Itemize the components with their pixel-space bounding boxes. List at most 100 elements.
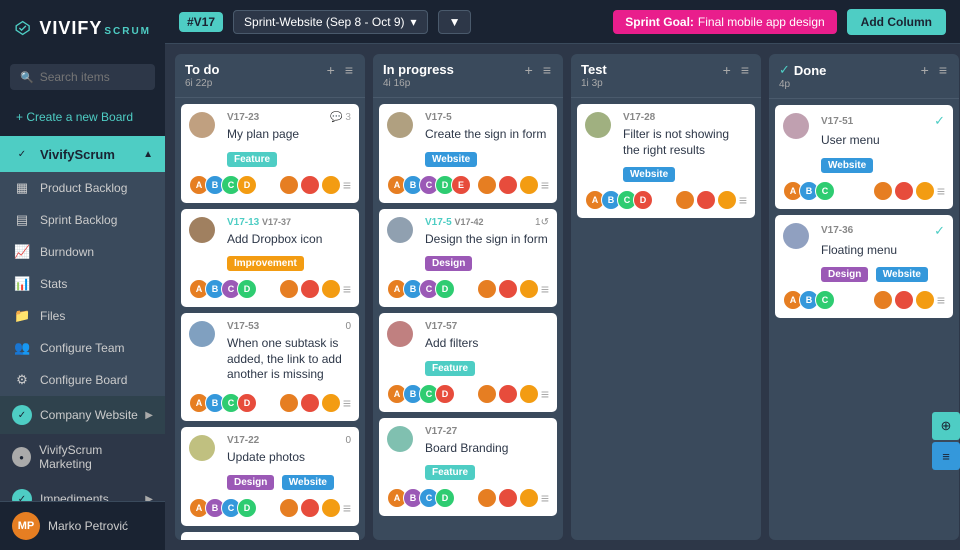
sidebar-item-sprint-backlog[interactable]: ▤ Sprint Backlog <box>0 204 165 236</box>
card-action-2[interactable] <box>499 385 517 403</box>
card-v17-37[interactable]: V17-13 V17-37 Add Dropbox icon Improveme… <box>181 209 359 308</box>
sidebar-item-company-website[interactable]: ✓ Company Website ▶ <box>0 396 165 434</box>
card-action-2[interactable] <box>697 191 715 209</box>
card-v17-23[interactable]: V17-23 💬 3 My plan page Feature A B <box>181 104 359 203</box>
card-menu-icon[interactable]: ≡ <box>541 490 549 506</box>
card-action-2[interactable] <box>499 489 517 507</box>
card-menu-icon[interactable]: ≡ <box>343 395 351 411</box>
card-id: V17-5 <box>425 112 452 123</box>
search-input[interactable] <box>40 70 145 84</box>
card-action-1[interactable] <box>874 291 892 309</box>
column-inprogress-add-button[interactable]: + <box>523 62 535 78</box>
float-btn-2[interactable]: ≡ <box>932 442 960 470</box>
card-num: 0 <box>345 435 351 446</box>
card-action-2[interactable] <box>301 394 319 412</box>
card-action-3[interactable] <box>520 489 538 507</box>
card-v17-36[interactable]: V17-36 ✓ Floating menu Design Website A <box>775 215 953 319</box>
card-menu-icon[interactable]: ≡ <box>541 177 549 193</box>
sprint-selector[interactable]: Sprint-Website (Sep 8 - Oct 9) ▾ <box>233 10 428 34</box>
card-menu-icon[interactable]: ≡ <box>541 386 549 402</box>
card-menu-icon[interactable]: ≡ <box>937 292 945 308</box>
sidebar-item-product-backlog[interactable]: ▦ Product Backlog <box>0 172 165 204</box>
card-action-1[interactable] <box>280 394 298 412</box>
card-action-3[interactable] <box>322 176 340 194</box>
card-v17-28[interactable]: V17-28 Filter is not showing the right r… <box>577 104 755 218</box>
card-action-2[interactable] <box>301 499 319 517</box>
card-action-2[interactable] <box>895 182 913 200</box>
card-v17-53[interactable]: V17-53 0 When one subtask is added, the … <box>181 313 359 421</box>
card-menu-icon[interactable]: ≡ <box>343 177 351 193</box>
card-avatars: A B C D <box>189 279 253 299</box>
card-action-2[interactable] <box>301 176 319 194</box>
card-menu-icon[interactable]: ≡ <box>343 500 351 516</box>
sidebar-item-impediments[interactable]: ✓ Impediments ▶ <box>0 480 165 501</box>
card-action-3[interactable] <box>520 280 538 298</box>
column-test-add-button[interactable]: + <box>721 62 733 78</box>
board-icon-impediments: ✓ <box>12 489 32 501</box>
chevron-down-icon: ▾ <box>411 15 417 29</box>
card-action-3[interactable] <box>520 385 538 403</box>
sidebar-item-stats[interactable]: 📊 Stats <box>0 268 165 300</box>
card-action-1[interactable] <box>478 489 496 507</box>
card-action-3[interactable] <box>322 499 340 517</box>
card-action-1[interactable] <box>676 191 694 209</box>
card-action-2[interactable] <box>895 291 913 309</box>
done-card-check: ✓ <box>934 113 945 129</box>
card-action-1[interactable] <box>280 176 298 194</box>
card-action-3[interactable] <box>322 280 340 298</box>
column-done-menu-button[interactable]: ≡ <box>937 62 949 78</box>
card-v17-42[interactable]: V17-5 V17-42 1↺ Design the sign in form … <box>379 209 557 308</box>
sidebar-item-label: Configure Team <box>40 341 125 355</box>
sidebar-item-burndown[interactable]: 📈 Burndown <box>0 236 165 268</box>
sidebar-item-configure-team[interactable]: 👥 Configure Team <box>0 332 165 364</box>
card-v17-27[interactable]: V17-27 Board Branding Feature A B C <box>379 418 557 517</box>
filter-button[interactable]: ▼ <box>438 10 472 34</box>
column-todo-menu-button[interactable]: ≡ <box>343 62 355 78</box>
card-avatar <box>189 112 215 138</box>
add-column-button[interactable]: Add Column <box>847 9 946 35</box>
create-board-button[interactable]: + Create a new Board <box>10 106 155 128</box>
card-action-3[interactable] <box>718 191 736 209</box>
card-menu-icon[interactable]: ≡ <box>343 281 351 297</box>
float-btn-1[interactable]: ⊕ <box>932 412 960 440</box>
card-menu-icon[interactable]: ≡ <box>937 183 945 199</box>
version-badge[interactable]: #V17 <box>179 12 223 32</box>
column-done-add-button[interactable]: + <box>919 62 931 78</box>
column-test-menu-button[interactable]: ≡ <box>739 62 751 78</box>
column-test: Test 1i 3p + ≡ <box>571 54 761 540</box>
sidebar-item-files[interactable]: 📁 Files <box>0 300 165 332</box>
card-action-1[interactable] <box>280 499 298 517</box>
card-v17-5-signin[interactable]: V17-5 Create the sign in form Website A … <box>379 104 557 203</box>
card-action-2[interactable] <box>301 280 319 298</box>
card-avatar <box>189 435 215 461</box>
card-action-2[interactable] <box>499 280 517 298</box>
card-action-3[interactable] <box>916 182 934 200</box>
sprint-goal-text: Final mobile app design <box>698 15 825 29</box>
card-action-1[interactable] <box>478 385 496 403</box>
card-v17-57[interactable]: V17-57 Add filters Feature A B C <box>379 313 557 412</box>
card-action-3[interactable] <box>520 176 538 194</box>
card-avatars: A B C D <box>387 384 451 404</box>
column-todo-body: V17-23 💬 3 My plan page Feature A B <box>175 98 365 540</box>
card-v17-9[interactable]: V17-9 Add download option next to the up… <box>181 532 359 540</box>
card-action-1[interactable] <box>478 280 496 298</box>
card-v17-51[interactable]: V17-51 ✓ User menu Website A B <box>775 105 953 209</box>
card-menu-icon[interactable]: ≡ <box>739 192 747 208</box>
column-todo-add-button[interactable]: + <box>325 62 337 78</box>
sidebar: VIVIFY scrum 🔍 + Create a new Board ✓ Vi… <box>0 0 165 550</box>
card-action-1[interactable] <box>478 176 496 194</box>
board-name-company: Company Website <box>40 408 138 422</box>
card-action-1[interactable] <box>874 182 892 200</box>
sidebar-item-vivifyscrum[interactable]: ✓ VivifyScrum ▲ <box>0 136 165 172</box>
sidebar-item-configure-board[interactable]: ⚙ Configure Board <box>0 364 165 396</box>
card-action-1[interactable] <box>280 280 298 298</box>
card-avatar-4: D <box>633 190 653 210</box>
card-action-3[interactable] <box>916 291 934 309</box>
card-action-3[interactable] <box>322 394 340 412</box>
sidebar-item-marketing[interactable]: ● VivifyScrum Marketing <box>0 434 165 480</box>
card-action-2[interactable] <box>499 176 517 194</box>
card-v17-22[interactable]: V17-22 0 Update photos Design Website A <box>181 427 359 526</box>
sprint-goal-badge[interactable]: Sprint Goal: Final mobile app design <box>613 10 836 34</box>
column-inprogress-menu-button[interactable]: ≡ <box>541 62 553 78</box>
card-menu-icon[interactable]: ≡ <box>541 281 549 297</box>
